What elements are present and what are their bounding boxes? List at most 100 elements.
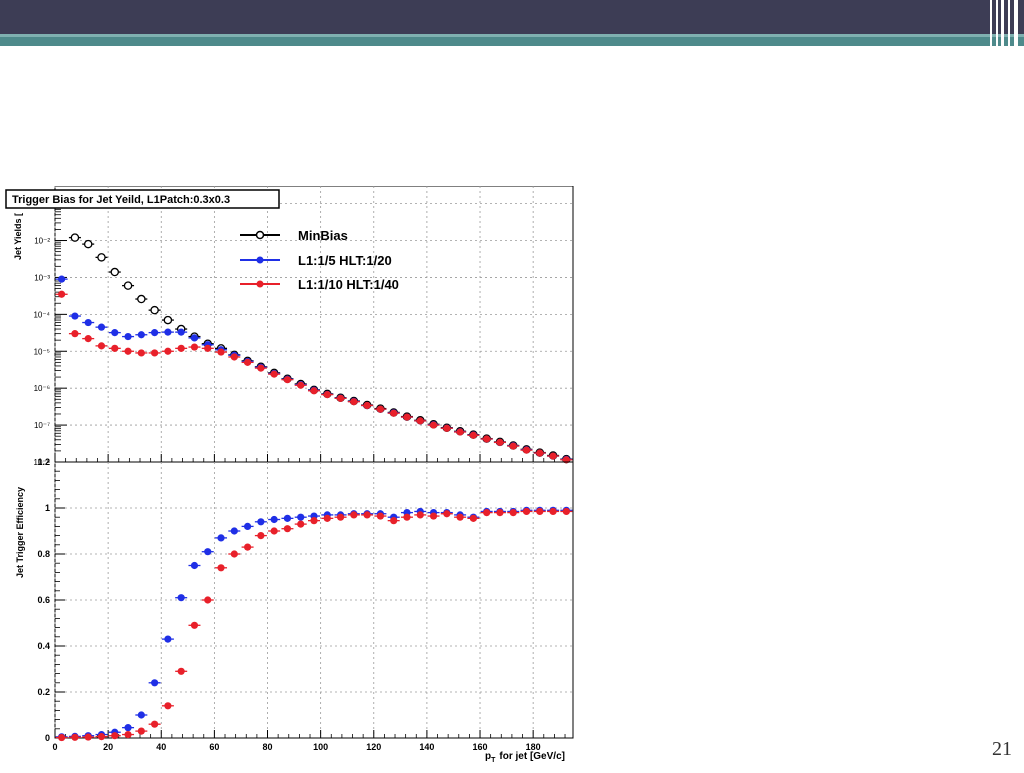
yield-point <box>151 349 159 357</box>
yield-point <box>124 347 132 355</box>
yield-point <box>58 290 66 298</box>
yield-point <box>164 347 172 355</box>
yield-y-tick-label: 10⁻⁴ <box>33 310 50 319</box>
yield-point <box>549 452 557 460</box>
efficiency-x-tick-label: 0 <box>52 742 57 752</box>
efficiency-point <box>297 520 305 528</box>
efficiency-point <box>443 510 451 518</box>
efficiency-point <box>84 733 92 741</box>
efficiency-point <box>177 594 185 602</box>
efficiency-x-tick-label: 60 <box>209 742 219 752</box>
efficiency-x-tick-label: 100 <box>313 742 328 752</box>
efficiency-y-tick-label: 0.2 <box>37 687 50 697</box>
yield-point <box>230 353 238 361</box>
efficiency-point <box>283 525 292 533</box>
yield-point <box>443 424 451 432</box>
efficiency-point <box>549 507 557 516</box>
yield-y-tick-label: 10⁻⁵ <box>34 347 50 356</box>
yield-point <box>84 335 92 343</box>
yield-point <box>429 421 438 429</box>
yield-point <box>376 405 385 413</box>
efficiency-point <box>71 733 79 741</box>
slide-header-bar <box>0 0 1024 34</box>
efficiency-y-axis-label: Jet Trigger Efficiency <box>15 487 25 578</box>
yield-point <box>71 330 79 338</box>
efficiency-y-tick-label: 0 <box>45 733 50 743</box>
yield-point <box>496 438 504 446</box>
yield-plot-title: Trigger Bias for Jet Yeild, L1Patch:0.3x… <box>12 194 230 206</box>
yield-point <box>97 342 106 350</box>
yield-point <box>137 349 145 357</box>
efficiency-point <box>164 702 172 710</box>
efficiency-point <box>350 511 358 519</box>
efficiency-y-tick-label: 0.8 <box>37 549 50 559</box>
efficiency-point <box>204 548 212 556</box>
efficiency-point <box>230 550 238 558</box>
efficiency-point <box>429 512 438 520</box>
yield-point <box>297 381 305 389</box>
efficiency-y-tick-label: 0.4 <box>37 641 50 651</box>
minbias-point <box>70 233 80 242</box>
yield-point <box>483 435 491 443</box>
yield-point <box>137 331 145 339</box>
efficiency-point <box>562 507 570 516</box>
efficiency-x-tick-label: 20 <box>103 742 113 752</box>
yield-y-tick-label: 10⁻² <box>34 237 50 246</box>
minbias-point <box>123 281 133 290</box>
efficiency-point <box>376 512 385 520</box>
efficiency-point <box>151 679 159 687</box>
efficiency-point <box>217 564 225 572</box>
efficiency-point <box>177 667 185 675</box>
yield-point <box>270 370 278 378</box>
trigger-bias-svg: 10⁻¹10⁻²10⁻³10⁻⁴10⁻⁵10⁻⁶10⁻⁷10⁻⁸ Trigger… <box>0 185 580 768</box>
efficiency-point <box>190 561 199 570</box>
efficiency-point <box>522 507 531 516</box>
yield-point <box>58 275 66 283</box>
efficiency-point <box>297 513 305 521</box>
legend-l1-5-label: L1:1/5 HLT:1/20 <box>298 253 392 268</box>
efficiency-point <box>270 515 278 524</box>
efficiency-point <box>58 733 66 742</box>
legend-minbias-marker <box>255 230 265 240</box>
efficiency-point <box>137 727 145 735</box>
yield-y-axis-label: Jet Yields [ <box>13 213 23 260</box>
header-stripes-decoration <box>984 0 1024 46</box>
yield-point <box>164 328 172 336</box>
legend-l1-5-marker <box>256 256 264 264</box>
efficiency-point <box>483 509 491 517</box>
yield-point <box>403 413 411 421</box>
yield-point <box>336 394 345 402</box>
legend-minbias-label: MinBias <box>298 228 348 243</box>
minbias-point <box>150 305 159 315</box>
legend-l1-10-label: L1:1/10 HLT:1/40 <box>298 277 399 292</box>
efficiency-point <box>323 514 331 522</box>
efficiency-point <box>97 733 106 741</box>
efficiency-point <box>456 513 464 521</box>
minbias-point <box>163 315 173 325</box>
efficiency-point <box>190 621 199 629</box>
yield-point <box>243 358 252 366</box>
yield-point <box>416 417 424 425</box>
efficiency-point <box>230 527 238 535</box>
yield-point <box>177 344 185 352</box>
efficiency-point <box>257 518 265 526</box>
efficiency-point <box>151 720 159 728</box>
yield-y-tick-label: 10⁻⁷ <box>34 421 50 430</box>
efficiency-x-tick-label: 40 <box>156 742 166 752</box>
efficiency-point <box>310 517 318 525</box>
yield-point <box>283 376 292 384</box>
efficiency-point <box>124 724 132 732</box>
yield-point <box>97 323 106 331</box>
efficiency-point <box>336 513 345 521</box>
efficiency-point <box>509 509 517 517</box>
yield-point <box>456 428 464 436</box>
slide-accent-bar <box>0 34 1024 46</box>
minbias-point <box>83 239 93 249</box>
minbias-point <box>137 294 146 304</box>
yield-y-tick-label: 10⁻³ <box>34 273 50 282</box>
slide-number: 21 <box>992 738 1012 760</box>
efficiency-x-tick-label: 120 <box>366 742 381 752</box>
yield-point <box>217 348 225 356</box>
yield-point <box>111 344 119 352</box>
yield-point <box>390 409 398 417</box>
